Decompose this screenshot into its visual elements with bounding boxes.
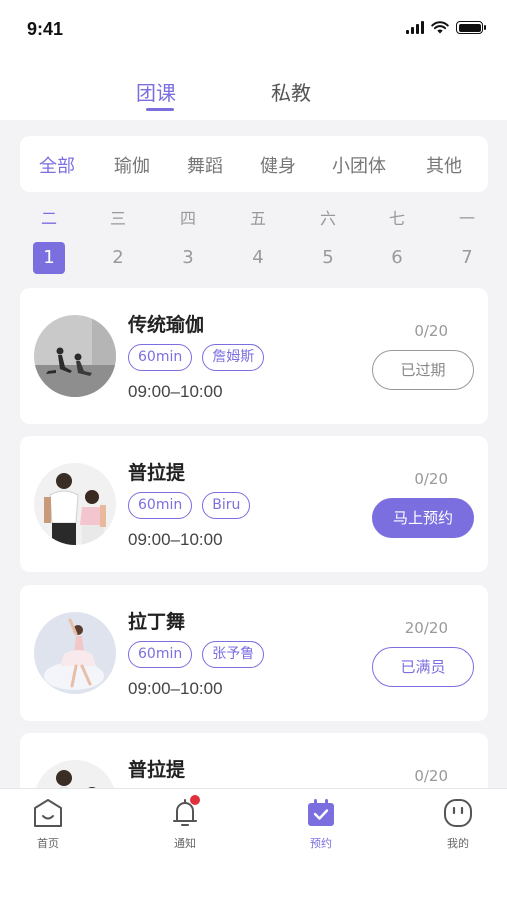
category-small-group[interactable]: 小团体 [332, 152, 386, 178]
course-tags: 60min Biru [128, 492, 251, 519]
course-card[interactable]: 传统瑜伽 60min 詹姆斯 09:00–10:00 0/20 已过期 [20, 288, 488, 424]
course-photo [34, 612, 116, 694]
weekday-label: 七 [388, 209, 405, 228]
date-number: 4 [252, 247, 264, 268]
weekday-label: 五 [249, 209, 266, 228]
bottom-navigation: 首页 通知 预约 我的 [0, 788, 507, 900]
course-title: 传统瑜伽 [128, 314, 205, 336]
course-title: 拉丁舞 [128, 611, 186, 633]
course-time: 09:00–10:00 [128, 530, 223, 549]
expired-button[interactable]: 已过期 [372, 350, 474, 390]
course-tags: 60min 詹姆斯 [128, 344, 265, 371]
profile-icon [442, 797, 474, 829]
category-dance[interactable]: 舞蹈 [187, 152, 223, 178]
battery-icon [456, 21, 486, 34]
date-number: 1 [33, 242, 65, 274]
nav-booking[interactable]: 预约 [291, 797, 351, 851]
date-number: 5 [322, 247, 334, 268]
weekday-label: 一 [458, 209, 475, 228]
weekday-label: 二 [40, 209, 57, 228]
coach-tag: Biru [202, 492, 251, 519]
nav-label: 首页 [37, 837, 59, 850]
date-number: 7 [461, 247, 473, 268]
course-time: 09:00–10:00 [128, 382, 223, 401]
duration-tag: 60min [128, 641, 193, 668]
weekday-label: 四 [179, 209, 196, 228]
calendar-check-icon [305, 797, 337, 829]
date-item[interactable]: 五 4 [238, 205, 278, 274]
category-filter-bar: 全部 瑜伽 舞蹈 健身 小团体 其他 [20, 136, 488, 192]
date-selector: 二 1 三 2 四 3 五 4 六 5 七 6 一 7 [0, 205, 507, 275]
wifi-icon [431, 21, 449, 34]
course-tags: 60min 张予鲁 [128, 641, 265, 668]
date-item[interactable]: 一 7 [447, 205, 487, 274]
enrollment-count: 0/20 [414, 322, 448, 340]
nav-label: 我的 [447, 837, 469, 850]
category-all[interactable]: 全部 [39, 152, 75, 178]
course-title: 普拉提 [128, 759, 186, 781]
weekday-label: 六 [319, 209, 336, 228]
category-yoga[interactable]: 瑜伽 [114, 152, 150, 178]
course-title: 普拉提 [128, 462, 186, 484]
status-icons [406, 21, 486, 34]
date-item[interactable]: 三 2 [98, 205, 138, 274]
date-number: 6 [391, 247, 403, 268]
tab-private-coaching[interactable]: 私教 [271, 77, 311, 106]
date-number: 2 [112, 247, 124, 268]
tab-group-class[interactable]: 团课 [136, 77, 176, 106]
date-number: 3 [182, 247, 194, 268]
book-now-button[interactable]: 马上预约 [372, 498, 474, 538]
nav-home[interactable]: 首页 [18, 797, 78, 851]
course-photo [34, 463, 116, 545]
enrollment-count: 20/20 [404, 619, 448, 637]
home-icon [32, 797, 64, 829]
status-time: 9:41 [27, 19, 64, 39]
date-item[interactable]: 二 1 [29, 205, 69, 274]
nav-label: 预约 [310, 837, 332, 850]
course-type-tabs: 团课 私教 [0, 60, 507, 120]
nav-label: 通知 [174, 837, 196, 850]
cellular-signal-icon [406, 21, 424, 34]
date-item[interactable]: 四 3 [168, 205, 208, 274]
category-fitness[interactable]: 健身 [260, 152, 296, 178]
duration-tag: 60min [128, 492, 193, 519]
enrollment-count: 0/20 [414, 767, 448, 785]
course-card[interactable]: 拉丁舞 60min 张予鲁 09:00–10:00 20/20 已满员 [20, 585, 488, 721]
date-item[interactable]: 六 5 [308, 205, 348, 274]
coach-tag: 张予鲁 [202, 641, 265, 668]
fully-booked-button[interactable]: 已满员 [372, 647, 474, 687]
notification-badge [190, 795, 200, 805]
bell-icon [169, 795, 201, 829]
course-card[interactable]: 普拉提 60min Biru 09:00–10:00 0/20 马上预约 [20, 436, 488, 572]
weekday-label: 三 [109, 209, 126, 228]
category-other[interactable]: 其他 [426, 152, 462, 178]
nav-notifications[interactable]: 通知 [155, 795, 215, 851]
status-bar: 9:41 [0, 0, 507, 60]
date-item[interactable]: 七 6 [377, 205, 417, 274]
nav-profile[interactable]: 我的 [428, 797, 488, 851]
coach-tag: 詹姆斯 [202, 344, 265, 371]
course-photo [34, 315, 116, 397]
enrollment-count: 0/20 [414, 470, 448, 488]
active-tab-indicator [146, 108, 174, 111]
duration-tag: 60min [128, 344, 193, 371]
course-time: 09:00–10:00 [128, 679, 223, 698]
